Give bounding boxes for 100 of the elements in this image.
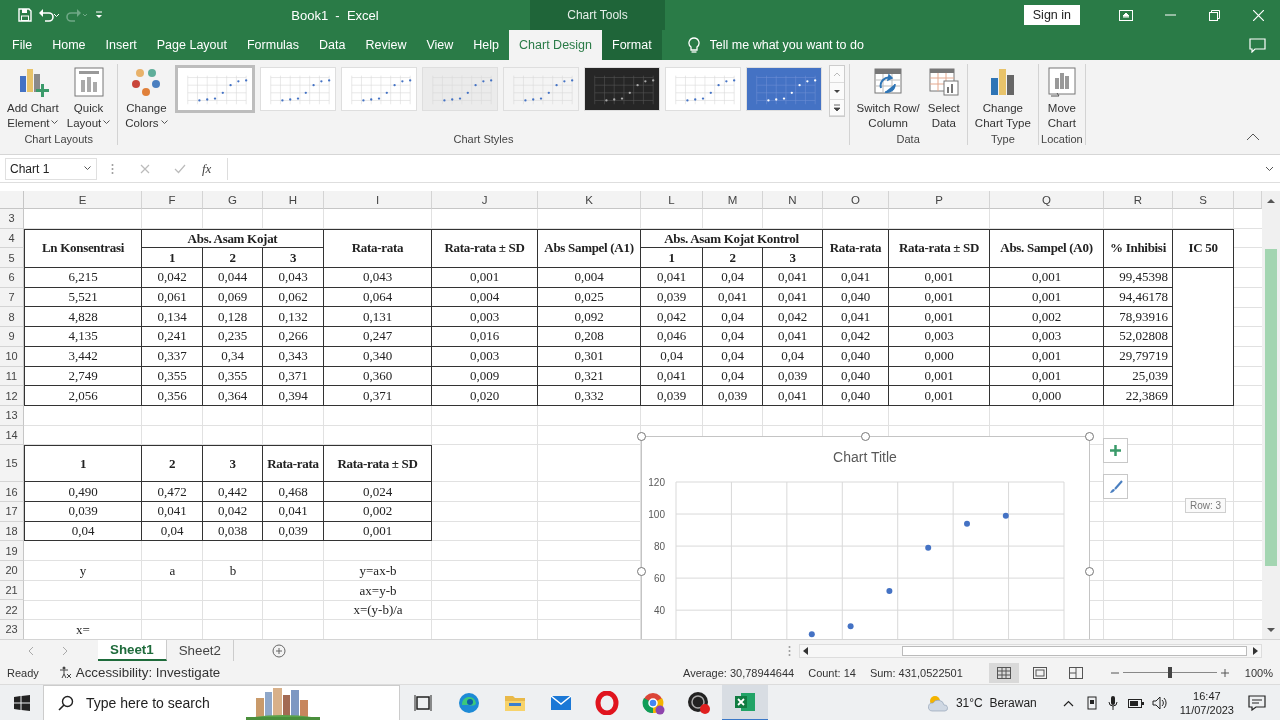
row-number[interactable]: 18 <box>0 521 24 542</box>
row-number[interactable]: 16 <box>0 482 24 502</box>
insert-function-button[interactable]: fx <box>202 160 212 177</box>
normal-view-button[interactable] <box>988 662 1019 683</box>
weather-text[interactable]: 31°C Berawan <box>955 696 1037 710</box>
chart-style-thumbnail[interactable] <box>745 67 822 111</box>
ribbon-tab[interactable]: Home <box>42 30 96 60</box>
column-header[interactable]: N <box>763 191 823 209</box>
battery-icon[interactable] <box>1127 698 1144 708</box>
row-number[interactable]: 4 <box>0 228 24 249</box>
resize-handle[interactable] <box>637 567 646 576</box>
chart-styles-button[interactable] <box>1103 474 1128 499</box>
column-header[interactable]: I <box>324 191 432 209</box>
zoom-slider-thumb[interactable] <box>1167 667 1172 678</box>
sign-in-button[interactable]: Sign in <box>1023 5 1080 25</box>
chart-style-thumbnail[interactable] <box>340 67 417 111</box>
ribbon-tab[interactable]: Help <box>463 30 510 60</box>
checkmark-icon[interactable] <box>174 163 186 174</box>
row-number[interactable]: 3 <box>0 209 24 229</box>
collapse-ribbon-icon[interactable] <box>1246 133 1260 141</box>
ribbon-tab[interactable]: Data <box>309 30 356 60</box>
save-icon[interactable] <box>18 8 32 22</box>
scroll-up-icon[interactable] <box>1267 197 1275 203</box>
column-header[interactable]: P <box>889 191 990 209</box>
row-number[interactable]: 13 <box>0 405 24 426</box>
accessibility-button[interactable]: Accessibility: Investigate <box>58 665 221 680</box>
ribbon-tab[interactable]: File <box>2 30 43 60</box>
microphone-icon[interactable] <box>1107 695 1118 711</box>
ribbon-tab[interactable]: Page Layout <box>146 30 237 60</box>
search-field[interactable]: Type here to search <box>84 694 248 712</box>
vertical-scrollbar[interactable] <box>1262 191 1280 639</box>
row-number[interactable]: 6 <box>0 268 24 288</box>
column-header[interactable]: E <box>24 191 142 209</box>
sheet-tab[interactable]: Sheet1 <box>98 640 167 661</box>
clock-date[interactable]: 11/07/2023 <box>1179 703 1234 717</box>
column-header[interactable]: M <box>703 191 763 209</box>
row-number[interactable]: 23 <box>0 620 24 639</box>
column-header[interactable]: H <box>263 191 324 209</box>
row-number[interactable]: 8 <box>0 307 24 328</box>
column-header[interactable]: S <box>1173 191 1234 209</box>
resize-handle[interactable] <box>861 432 870 441</box>
column-header[interactable]: J <box>432 191 538 209</box>
row-number[interactable]: 20 <box>0 561 24 581</box>
ribbon-tab[interactable]: Review <box>355 30 417 60</box>
row-number[interactable]: 21 <box>0 580 24 601</box>
row-number[interactable]: 12 <box>0 386 24 406</box>
chart-style-thumbnail[interactable] <box>664 67 741 111</box>
column-header[interactable]: K <box>538 191 641 209</box>
column-header[interactable]: O <box>823 191 889 209</box>
chart-title[interactable]: Chart Title <box>833 449 897 465</box>
resize-handle[interactable] <box>1085 567 1094 576</box>
chart-style-thumbnail[interactable] <box>583 67 660 111</box>
row-number[interactable]: 15 <box>0 445 24 483</box>
column-header[interactable]: L <box>641 191 703 209</box>
ribbon-tab[interactable]: Formulas <box>236 30 310 60</box>
column-header[interactable]: R <box>1104 191 1173 209</box>
select-data-button[interactable]: Select Data <box>924 64 963 133</box>
tell-me-field[interactable]: Tell me what you want to do <box>707 37 912 53</box>
comment-icon[interactable] <box>1249 38 1266 53</box>
change-colors-button[interactable]: Change Colors <box>122 64 171 133</box>
horizontal-scrollbar[interactable] <box>799 643 1262 658</box>
chart-style-thumbnail[interactable] <box>502 67 579 111</box>
add-sheet-icon[interactable] <box>271 643 286 658</box>
name-box[interactable]: Chart 1 <box>5 157 97 180</box>
chevron-up-icon[interactable] <box>1062 699 1074 707</box>
column-header[interactable]: G <box>203 191 263 209</box>
quick-layout-button[interactable]: Quick Layout <box>63 64 114 133</box>
row-number[interactable]: 17 <box>0 501 24 522</box>
chart-style-thumbnail[interactable] <box>259 67 336 111</box>
row-number[interactable]: 14 <box>0 425 24 446</box>
column-header[interactable]: F <box>142 191 203 209</box>
chart-style-thumbnail[interactable] <box>174 65 255 113</box>
column-header[interactable]: Q <box>990 191 1104 209</box>
row-number[interactable]: 22 <box>0 600 24 621</box>
clock-time[interactable]: 16:47 <box>1193 689 1221 703</box>
ribbon-tab[interactable]: Chart Design <box>509 30 602 60</box>
resize-handle[interactable] <box>1085 432 1094 441</box>
customize-toolbar-icon[interactable] <box>94 10 104 20</box>
zoom-in-icon[interactable] <box>1220 668 1229 677</box>
row-number[interactable]: 11 <box>0 366 24 387</box>
row-number[interactable]: 10 <box>0 346 24 367</box>
resize-handle[interactable] <box>637 432 646 441</box>
next-sheet-icon[interactable] <box>62 646 68 655</box>
change-chart-type-button[interactable]: Change Chart Type <box>971 64 1034 133</box>
undo-icon[interactable] <box>38 8 60 22</box>
row-number[interactable]: 7 <box>0 287 24 308</box>
add-chart-button[interactable]: Add Chart Element <box>4 64 62 133</box>
row-number[interactable]: 19 <box>0 541 24 561</box>
row-number[interactable]: 5 <box>0 248 24 269</box>
expand-icon[interactable] <box>1265 165 1274 172</box>
notification-icon[interactable] <box>1248 695 1266 711</box>
ribbon-tab[interactable]: View <box>416 30 464 60</box>
previous-sheet-icon[interactable] <box>28 646 34 655</box>
display-icon[interactable] <box>1085 696 1098 710</box>
chart-elements-button[interactable] <box>1103 438 1128 463</box>
ribbon-tab[interactable]: Insert <box>95 30 147 60</box>
chart-style-thumbnail[interactable] <box>421 67 498 111</box>
row-number[interactable]: 9 <box>0 327 24 347</box>
scroll-down-icon[interactable] <box>1267 627 1275 633</box>
switch-row-column-button[interactable]: Switch Row/ Column <box>853 64 923 133</box>
